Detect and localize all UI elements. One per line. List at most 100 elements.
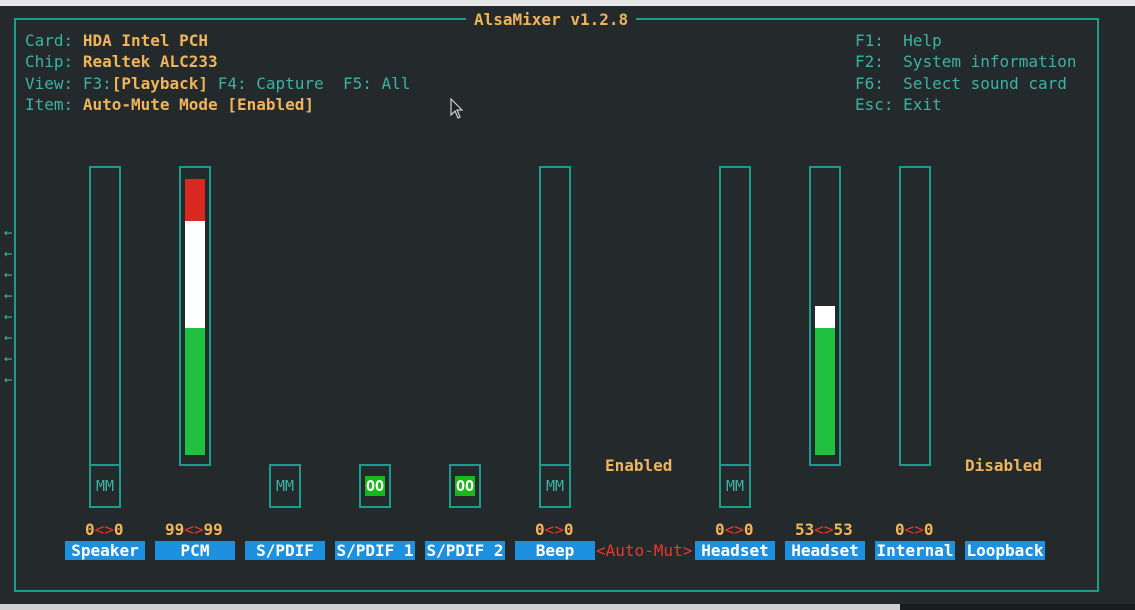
beep-level: 0<>0 — [535, 520, 574, 540]
scroll-left-arrow-icon[interactable]: ← — [4, 331, 12, 345]
card-value: HDA Intel PCH — [82, 31, 209, 50]
level-sep: <> — [724, 520, 744, 539]
level-left: 0 — [85, 520, 95, 539]
spdif-mute-state: MM — [275, 477, 295, 495]
level-right: 0 — [743, 520, 754, 539]
f5-key: F5: — [342, 74, 372, 93]
control-label-beep[interactable]: Beep — [515, 541, 595, 560]
beep-mute-state: MM — [545, 477, 565, 495]
f4-key: F4: — [217, 74, 247, 93]
speaker-volume-slider[interactable] — [89, 166, 121, 466]
level-sep: <> — [904, 520, 924, 539]
card-label: Card: — [25, 31, 74, 50]
control-label-spdif-2[interactable]: S/PDIF 2 — [425, 541, 505, 560]
scroll-left-arrow-icon[interactable]: ← — [4, 310, 12, 324]
pcm-meter-red — [185, 179, 205, 221]
control-label-speaker[interactable]: Speaker — [65, 541, 145, 560]
headset-mute-toggle[interactable]: MM — [719, 464, 751, 508]
control-label-pcm[interactable]: PCM — [155, 541, 235, 560]
scroll-left-arrow-icon[interactable]: ← — [4, 268, 12, 282]
spdif-mute-toggle[interactable]: MM — [269, 464, 301, 508]
loopback-state[interactable]: Disabled — [965, 456, 1042, 476]
key-f6: F6: — [855, 74, 884, 93]
window-bottom-edge — [0, 604, 1135, 610]
headset-2-meter-white — [815, 306, 835, 328]
control-label-spdif-1[interactable]: S/PDIF 1 — [335, 541, 415, 560]
key-f1-action: Help — [903, 31, 942, 50]
control-label-auto-mute[interactable]: <Auto-Mut> — [596, 541, 692, 560]
level-right: 53 — [833, 520, 853, 539]
level-right: 99 — [203, 520, 223, 539]
key-help-f1[interactable]: F1: Help — [855, 31, 942, 51]
scroll-left-arrow-icon[interactable]: ← — [4, 352, 12, 366]
level-sep: <> — [814, 520, 834, 539]
pcm-volume-slider[interactable] — [179, 166, 211, 466]
key-help-f2[interactable]: F2: System information — [855, 52, 1077, 72]
level-sep: <> — [184, 520, 204, 539]
control-label-headset[interactable]: Headset — [695, 541, 775, 560]
pcm-meter-green — [185, 328, 205, 455]
key-f6-action: Select sound card — [903, 74, 1067, 93]
spdif-2-mute-state: OO — [454, 476, 476, 496]
control-label-loopback[interactable]: Loopback — [965, 541, 1045, 560]
chip-value: Realtek ALC233 — [82, 52, 218, 71]
auto-mute-state[interactable]: Enabled — [605, 456, 672, 476]
internal-volume-slider[interactable] — [899, 166, 931, 466]
speaker-mute-toggle[interactable]: MM — [89, 464, 121, 508]
window-top-edge — [0, 0, 1135, 6]
f3-key: F3: — [82, 74, 112, 93]
key-f2: F2: — [855, 52, 884, 71]
key-help-f6[interactable]: F6: Select sound card — [855, 74, 1067, 94]
chip-row: Chip: Realtek ALC233 — [25, 52, 218, 72]
item-value: Auto-Mute Mode [Enabled] — [82, 95, 314, 114]
view-capture[interactable]: Capture — [256, 74, 323, 93]
view-label: View: — [25, 74, 74, 93]
spdif-1-mute-toggle[interactable]: OO — [359, 464, 391, 508]
key-f2-action: System information — [903, 52, 1077, 71]
headset-mute-state: MM — [725, 477, 745, 495]
mouse-cursor-icon — [450, 98, 464, 119]
level-sep: <> — [94, 520, 114, 539]
app-title: AlsaMixer v1.2.8 — [466, 10, 637, 30]
card-row: Card: HDA Intel PCH — [25, 31, 208, 51]
beep-volume-slider[interactable] — [539, 166, 571, 466]
headset-2-volume-slider[interactable] — [809, 166, 841, 466]
level-left: 0 — [895, 520, 905, 539]
level-right: 0 — [563, 520, 574, 539]
chip-label: Chip: — [25, 52, 74, 71]
headset-2-meter-green — [815, 328, 835, 455]
pcm-level: 99<>99 — [165, 520, 223, 540]
level-sep: <> — [544, 520, 564, 539]
level-left: 0 — [535, 520, 545, 539]
view-row: View: F3:[Playback] F4: Capture F5: All — [25, 74, 410, 94]
headset-volume-slider[interactable] — [719, 166, 751, 466]
key-f1: F1: — [855, 31, 884, 50]
scroll-left-arrow-icon[interactable]: ← — [4, 247, 12, 261]
item-label: Item: — [25, 95, 74, 114]
scroll-left-arrow-icon[interactable]: ← — [4, 226, 12, 240]
level-left: 99 — [165, 520, 185, 539]
level-right: 0 — [923, 520, 934, 539]
spdif-2-mute-toggle[interactable]: OO — [449, 464, 481, 508]
control-label-internal[interactable]: Internal — [875, 541, 955, 560]
level-left: 0 — [715, 520, 725, 539]
speaker-mute-state: MM — [95, 477, 115, 495]
beep-mute-toggle[interactable]: MM — [539, 464, 571, 508]
headset-2-level: 53<>53 — [795, 520, 853, 540]
key-help-esc[interactable]: Esc: Exit — [855, 95, 942, 115]
control-label-headset-2[interactable]: Headset — [785, 541, 865, 560]
key-esc-action: Exit — [903, 95, 942, 114]
speaker-level: 0<>0 — [85, 520, 124, 540]
key-esc: Esc: — [855, 95, 894, 114]
item-row: Item: Auto-Mute Mode [Enabled] — [25, 95, 314, 115]
control-label-spdif[interactable]: S/PDIF — [245, 541, 325, 560]
internal-level: 0<>0 — [895, 520, 934, 540]
view-all[interactable]: All — [381, 74, 410, 93]
pcm-meter-white — [185, 221, 205, 328]
scroll-left-arrow-icon[interactable]: ← — [4, 373, 12, 387]
level-left: 53 — [795, 520, 815, 539]
scroll-left-arrow-icon[interactable]: ← — [4, 289, 12, 303]
view-playback[interactable]: [Playback] — [112, 74, 208, 93]
spdif-1-mute-state: OO — [364, 476, 386, 496]
headset-level: 0<>0 — [715, 520, 754, 540]
